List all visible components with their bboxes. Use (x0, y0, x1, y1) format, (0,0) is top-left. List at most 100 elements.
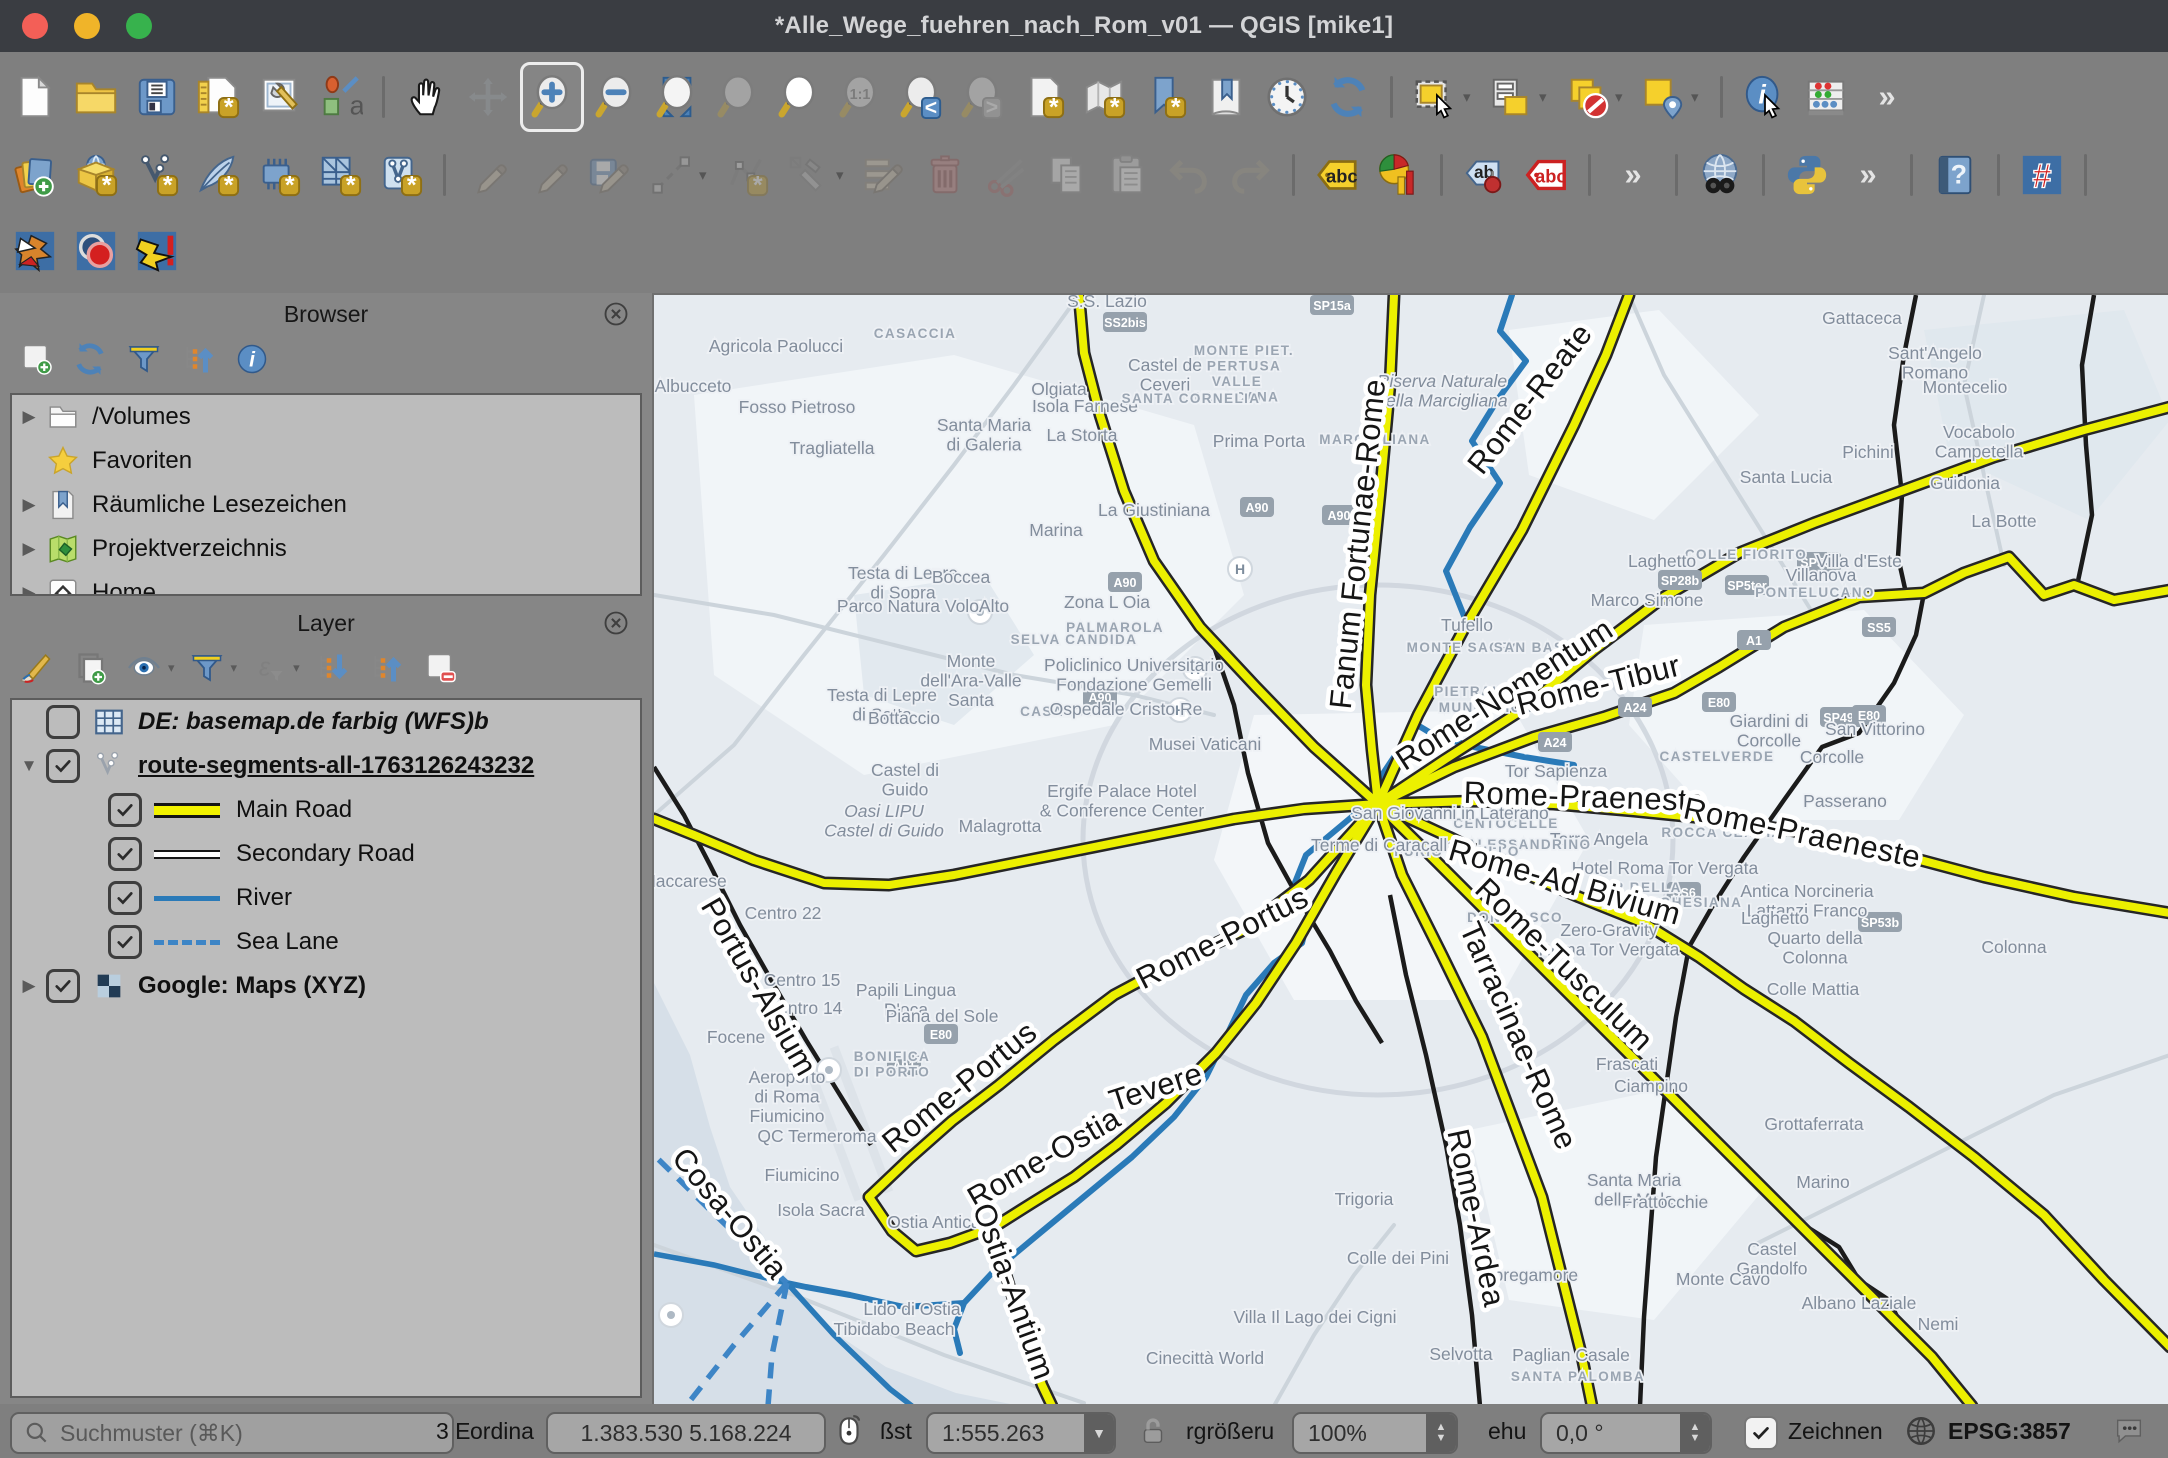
legend-item-river[interactable]: River (12, 876, 640, 920)
layer-item-de-basemap-de-farbig-wfs-b[interactable]: DE: basemap.de farbig (WFS)b (12, 700, 640, 744)
digitize-with-segment-dropdown-arrow[interactable]: ▾ (699, 143, 715, 207)
browser-item-favoriten[interactable]: Favoriten (12, 439, 640, 483)
add-group-button[interactable] (68, 646, 112, 690)
plugins-overflow-button[interactable]: » (1839, 143, 1897, 207)
project-new-button[interactable] (6, 65, 64, 129)
browser-item-r-umliche-lesezeichen[interactable]: ▶Räumliche Lesezeichen (12, 483, 640, 527)
toolbar-overflow-button[interactable]: » (1858, 65, 1916, 129)
legend-item-secondary-road[interactable]: Secondary Road (12, 832, 640, 876)
select-features-button[interactable] (1406, 65, 1464, 129)
disclosure-arrow-icon[interactable]: ▶ (12, 976, 46, 996)
legend-visibility-checkbox[interactable] (108, 925, 142, 959)
new-temporary-scratch-layer-button[interactable]: * (250, 143, 308, 207)
close-window-button[interactable] (22, 13, 48, 39)
show-spatial-bookmarks-button[interactable]: * (1075, 65, 1133, 129)
project-open-button[interactable] (67, 65, 125, 129)
select-by-location-dropdown-arrow[interactable]: ▾ (1691, 65, 1707, 129)
layer-visibility-checkbox[interactable] (46, 969, 80, 1003)
layer-visibility-checkbox[interactable] (46, 705, 80, 739)
select-features-dropdown-arrow[interactable]: ▾ (1463, 65, 1479, 129)
new-spatialite-layer-button[interactable]: * (189, 143, 247, 207)
disclosure-arrow-icon[interactable]: ▶ (12, 583, 46, 596)
browser-filter-button[interactable] (122, 337, 166, 381)
select-features-by-value-button[interactable] (1482, 65, 1540, 129)
legend-visibility-checkbox[interactable] (108, 881, 142, 915)
scale-dropdown-arrow[interactable]: ▼ (1084, 1414, 1114, 1452)
select-by-location-button[interactable] (1634, 65, 1692, 129)
browser-refresh-button[interactable] (68, 337, 112, 381)
new-raster-layer-button[interactable]: * (311, 143, 369, 207)
zoom-to-layer-button[interactable] (770, 65, 828, 129)
magnifier-spinbox[interactable]: 100% ▲▼ (1292, 1412, 1458, 1454)
layer-item-route-segments-all-1763126243232[interactable]: ▼route-segments-all-1763126243232 (12, 744, 640, 788)
coordinate-field[interactable]: 1.383.530 5.168.224 (546, 1412, 826, 1454)
search-input[interactable]: Suchmuster (⌘K) (10, 1412, 454, 1454)
highlight-unplaced-labels-button[interactable]: abc (1517, 143, 1575, 207)
browser-collapse-all-button[interactable] (176, 337, 220, 381)
zoom-window-button[interactable] (126, 13, 152, 39)
collapse-all-button[interactable] (364, 646, 408, 690)
new-shapefile-layer-button[interactable]: * (128, 143, 186, 207)
disclosure-arrow-icon[interactable]: ▶ (12, 539, 46, 559)
plugin-set-theory-button[interactable] (67, 219, 125, 283)
layers-close-icon[interactable] (602, 609, 630, 637)
disclosure-arrow-icon[interactable]: ▶ (12, 495, 46, 515)
remove-layer-button[interactable] (418, 646, 462, 690)
filter-legend-button[interactable] (185, 646, 229, 690)
legend-visibility-checkbox[interactable] (108, 793, 142, 827)
rotation-spinner-buttons[interactable]: ▲▼ (1680, 1414, 1710, 1452)
expand-all-button[interactable] (310, 646, 354, 690)
metasearch-button[interactable] (1691, 143, 1749, 207)
new-print-layout-button[interactable]: * (189, 65, 247, 129)
scale-lock-icon[interactable] (1136, 1414, 1170, 1448)
scale-combobox[interactable]: 1:555.263 ▼ (926, 1412, 1116, 1454)
render-checkbox[interactable] (1744, 1416, 1778, 1450)
minimize-window-button[interactable] (74, 13, 100, 39)
advanced-digitizing-dropdown-arrow[interactable]: ▾ (836, 143, 852, 207)
new-geopackage-layer-button[interactable]: * (67, 143, 125, 207)
help-contents-button[interactable]: ? (1926, 143, 1984, 207)
select-features-by-value-dropdown-arrow[interactable]: ▾ (1539, 65, 1555, 129)
new-virtual-layer-button[interactable]: * (372, 143, 430, 207)
disclosure-arrow-icon[interactable]: ▼ (12, 756, 46, 776)
browser-item--volumes[interactable]: ▶/Volumes (12, 395, 640, 439)
layer-item-google-maps-xyz-[interactable]: ▶Google: Maps (XYZ) (12, 964, 640, 1008)
label-toolbar-overflow-button[interactable]: » (1604, 143, 1662, 207)
legend-item-main-road[interactable]: Main Road (12, 788, 640, 832)
pan-map-button[interactable] (398, 65, 456, 129)
data-source-manager-button[interactable] (6, 143, 64, 207)
zoom-full-button[interactable] (648, 65, 706, 129)
legend-item-sea-lane[interactable]: Sea Lane (12, 920, 640, 964)
python-console-button[interactable] (1778, 143, 1836, 207)
deselect-features-button[interactable] (1558, 65, 1616, 129)
zoom-in-button[interactable] (520, 62, 584, 132)
zoom-out-button[interactable] (587, 65, 645, 129)
show-layout-manager-button[interactable] (250, 65, 308, 129)
project-save-button[interactable] (128, 65, 186, 129)
temporal-controller-button[interactable] (1258, 65, 1316, 129)
filter-legend-dropdown-arrow[interactable]: ▾ (231, 660, 238, 676)
new-spatial-bookmark-button[interactable]: * (1014, 65, 1072, 129)
disclosure-arrow-icon[interactable]: ▶ (12, 407, 46, 427)
magnifier-spinner-buttons[interactable]: ▲▼ (1426, 1414, 1456, 1452)
browser-add-selected-layers-button[interactable] (14, 337, 58, 381)
filter-by-expression-dropdown-arrow[interactable]: ▾ (293, 660, 300, 676)
zoom-last-button[interactable]: < (892, 65, 950, 129)
layer-labeling-options-button[interactable]: abc (1308, 143, 1366, 207)
legend-visibility-checkbox[interactable] (108, 837, 142, 871)
browser-close-icon[interactable] (602, 300, 630, 328)
map-canvas[interactable]: SS2bisSP15aA90A90A90A90A24A24E80A1SP28bS… (652, 293, 2168, 1406)
layer-visibility-checkbox[interactable] (46, 749, 80, 783)
manage-map-themes-dropdown-arrow[interactable]: ▾ (168, 660, 175, 676)
messages-icon[interactable] (2112, 1414, 2146, 1448)
pin-labels-button[interactable]: ab (1456, 143, 1514, 207)
open-layer-styling-button[interactable] (14, 646, 58, 690)
browser-item-home[interactable]: ▶Home (12, 571, 640, 596)
browser-properties-button[interactable]: i (230, 337, 274, 381)
statistical-summary-button[interactable] (1797, 65, 1855, 129)
show-bookmarks-panel-button[interactable] (1197, 65, 1255, 129)
deselect-features-dropdown-arrow[interactable]: ▾ (1615, 65, 1631, 129)
crs-globe-icon[interactable] (1904, 1414, 1938, 1448)
plugin-star-flash-button[interactable] (128, 219, 186, 283)
rotation-spinbox[interactable]: 0,0 ° ▲▼ (1540, 1412, 1712, 1454)
